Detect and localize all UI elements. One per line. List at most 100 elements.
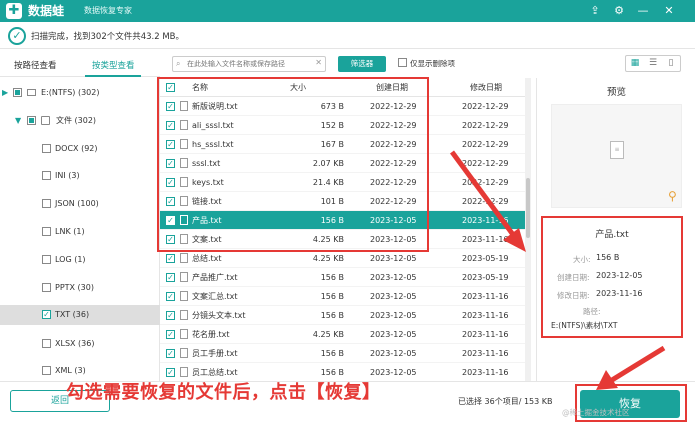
search-box[interactable]: ⌕ ✕ — [172, 56, 326, 72]
modified-label: 修改日期: — [557, 291, 590, 300]
file-name: ali_sssl.txt — [192, 121, 234, 130]
filter-button[interactable]: 筛选器 — [338, 56, 386, 72]
tree-checkbox[interactable] — [42, 366, 51, 375]
size-value: 156 B — [596, 253, 620, 262]
text-file-icon — [180, 367, 188, 377]
tree-item-log[interactable]: LOG (1) — [0, 250, 160, 269]
settings-icon[interactable]: ⚙ — [610, 2, 628, 20]
file-row[interactable]: ✓ 文案.txt 4.25 KB 2023-12-05 2023-11-16 — [160, 230, 528, 249]
folder-icon — [41, 116, 50, 125]
tree-item-ini[interactable]: INI (3) — [0, 166, 160, 185]
tree-checkbox[interactable]: ✓ — [42, 310, 51, 319]
select-all-checkbox[interactable]: ✓ — [166, 83, 175, 92]
tree-item-xlsx[interactable]: XLSX (36) — [0, 334, 160, 353]
file-name: sssl.txt — [192, 159, 221, 168]
row-checkbox[interactable]: ✓ — [166, 121, 175, 130]
tree-item-folder[interactable]: ▼ 文件 (302) — [0, 111, 160, 130]
tab-by-type[interactable]: 按类型查看 — [92, 59, 135, 71]
tree-checkbox[interactable] — [13, 88, 22, 97]
tree-item-lnk[interactable]: LNK (1) — [0, 222, 160, 241]
file-row[interactable]: ✓ hs_sssl.txt 167 B 2022-12-29 2022-12-29 — [160, 135, 528, 154]
chevron-down-icon[interactable]: ▼ — [15, 111, 21, 130]
grid-view-icon[interactable]: ▦ — [626, 56, 644, 71]
row-checkbox[interactable]: ✓ — [166, 140, 175, 149]
preview-view-icon[interactable]: ▯ — [662, 56, 680, 71]
file-row[interactable]: ✓ 员工手册.txt 156 B 2023-12-05 2023-11-16 — [160, 344, 528, 363]
preview-title: 预览 — [606, 87, 626, 98]
row-checkbox[interactable]: ✓ — [166, 159, 175, 168]
file-row[interactable]: ✓ 链接.txt 101 B 2022-12-29 2022-12-29 — [160, 192, 528, 211]
column-header-name[interactable]: 名称 — [192, 78, 208, 97]
tree-checkbox[interactable] — [42, 227, 51, 236]
tree-checkbox[interactable] — [27, 116, 36, 125]
scrollbar[interactable] — [525, 78, 531, 381]
tree-checkbox[interactable] — [42, 144, 51, 153]
tree-item-docx[interactable]: DOCX (92) — [0, 139, 160, 158]
list-view-icon[interactable]: ☰ — [644, 56, 662, 71]
tree-item-drive[interactable]: ▶ E:(NTFS) (302) — [0, 83, 160, 102]
row-checkbox[interactable]: ✓ — [166, 330, 175, 339]
row-checkbox[interactable]: ✓ — [166, 254, 175, 263]
tree-item-label: XLSX (36) — [55, 339, 95, 348]
file-row[interactable]: ✓ sssl.txt 2.07 KB 2022-12-29 2022-12-29 — [160, 154, 528, 173]
file-row[interactable]: ✓ 分镜头文本.txt 156 B 2023-12-05 2023-11-16 — [160, 306, 528, 325]
file-row[interactable]: ✓ 产品.txt 156 B 2023-12-05 2023-11-16 — [160, 211, 528, 230]
file-row[interactable]: ✓ 文案汇总.txt 156 B 2023-12-05 2023-11-16 — [160, 287, 528, 306]
file-name: 员工手册.txt — [192, 349, 238, 358]
tree-checkbox[interactable] — [42, 283, 51, 292]
column-header-size[interactable]: 大小 — [290, 78, 306, 97]
row-checkbox[interactable]: ✓ — [166, 368, 175, 377]
clear-icon[interactable]: ✕ — [315, 58, 322, 67]
tree-item-label: E:(NTFS) (302) — [41, 88, 100, 97]
chevron-right-icon[interactable]: ▶ — [2, 83, 8, 102]
column-header-created[interactable]: 创建日期 — [376, 78, 408, 97]
instruction-annotation: 勾选需要恢复的文件后，点击【恢复】 — [66, 382, 381, 403]
file-row[interactable]: ✓ 花名册.txt 4.25 KB 2023-12-05 2023-11-16 — [160, 325, 528, 344]
row-checkbox[interactable]: ✓ — [166, 273, 175, 282]
row-checkbox[interactable]: ✓ — [166, 235, 175, 244]
file-name: 产品推广.txt — [192, 273, 238, 282]
tree-item-txt[interactable]: ✓ TXT (36) — [0, 305, 160, 325]
selection-summary: 已选择 36个项目/ 153 KB — [458, 397, 553, 406]
close-button[interactable]: ✕ — [660, 2, 678, 20]
file-size: 156 B — [320, 273, 344, 282]
scroll-thumb[interactable] — [526, 178, 530, 238]
tree-checkbox[interactable] — [42, 171, 51, 180]
tree-item-json[interactable]: JSON (100) — [0, 194, 160, 213]
text-file-icon — [180, 120, 188, 130]
watermark: @稀土掘金技术社区 — [562, 408, 630, 417]
column-header-modified[interactable]: 修改日期 — [470, 78, 502, 97]
minimize-button[interactable]: — — [634, 2, 652, 20]
search-input[interactable] — [187, 58, 312, 70]
zoom-icon[interactable]: ⚲ — [668, 189, 677, 203]
show-deleted-only-checkbox[interactable]: 仅显示删除项 — [398, 58, 455, 69]
row-checkbox[interactable]: ✓ — [166, 197, 175, 206]
row-checkbox[interactable]: ✓ — [166, 349, 175, 358]
row-checkbox[interactable]: ✓ — [166, 292, 175, 301]
check-circle-icon: ✓ — [8, 27, 26, 45]
tree-item-label: LNK (1) — [55, 227, 85, 236]
file-modified-date: 2023-11-16 — [462, 368, 509, 377]
tab-by-path[interactable]: 按路径查看 — [14, 59, 57, 71]
file-row[interactable]: ✓ 产品推广.txt 156 B 2023-12-05 2023-05-19 — [160, 268, 528, 287]
upload-icon[interactable]: ⇪ — [586, 2, 604, 20]
file-row[interactable]: ✓ keys.txt 21.4 KB 2022-12-29 2022-12-29 — [160, 173, 528, 192]
tree-checkbox[interactable] — [42, 339, 51, 348]
file-created-date: 2023-12-05 — [370, 216, 417, 225]
row-checkbox[interactable]: ✓ — [166, 102, 175, 111]
file-created-date: 2022-12-29 — [370, 178, 417, 187]
row-checkbox[interactable]: ✓ — [166, 178, 175, 187]
file-row[interactable]: ✓ ali_sssl.txt 152 B 2022-12-29 2022-12-29 — [160, 116, 528, 135]
tree-checkbox[interactable] — [42, 255, 51, 264]
checkbox-icon[interactable] — [398, 58, 407, 67]
file-row[interactable]: ✓ 新版说明.txt 673 B 2022-12-29 2022-12-29 — [160, 97, 528, 116]
row-checkbox[interactable]: ✓ — [166, 216, 175, 225]
text-file-icon — [180, 139, 188, 149]
file-row[interactable]: ✓ 总结.txt 4.25 KB 2023-12-05 2023-05-19 — [160, 249, 528, 268]
tree-item-pptx[interactable]: PPTX (30) — [0, 278, 160, 297]
file-modified-date: 2023-11-16 — [462, 235, 509, 244]
modified-value: 2023-11-16 — [596, 289, 643, 298]
row-checkbox[interactable]: ✓ — [166, 311, 175, 320]
tree-checkbox[interactable] — [42, 199, 51, 208]
tree-item-label: INI (3) — [55, 171, 80, 180]
